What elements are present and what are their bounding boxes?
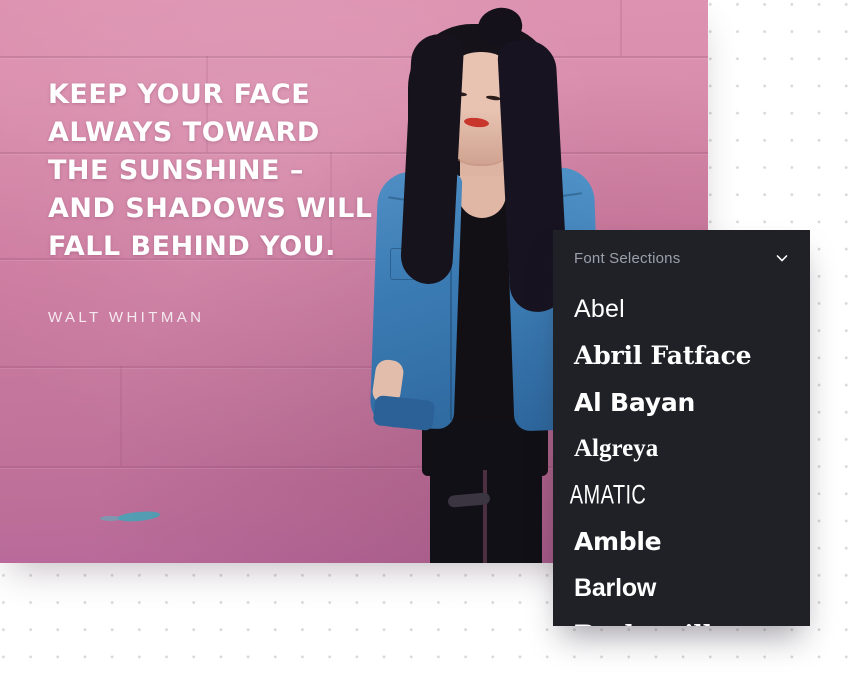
font-selections-panel[interactable]: Font Selections Abel Abril Fatface Al Ba… (553, 230, 810, 626)
font-list-item-baskerville[interactable]: Baskerville (553, 612, 810, 626)
quote-author: Walt Whitman (48, 309, 205, 326)
font-selections-header[interactable]: Font Selections (553, 230, 810, 268)
font-list-item-abel[interactable]: Abel (553, 286, 810, 333)
quote-block: Keep your face always toward the sunshin… (48, 76, 378, 326)
font-selections-title: Font Selections (574, 249, 681, 267)
chevron-down-icon[interactable] (775, 251, 789, 265)
leg-gap (483, 470, 487, 563)
font-list[interactable]: Abel Abril Fatface Al Bayan Algreya Amat… (553, 268, 810, 626)
quote-text: Keep your face always toward the sunshin… (48, 79, 373, 262)
font-list-item-al-bayan[interactable]: Al Bayan (553, 379, 810, 426)
font-list-item-barlow[interactable]: Barlow (553, 565, 810, 612)
font-list-item-abril-fatface[interactable]: Abril Fatface (553, 333, 810, 380)
font-list-item-amatic[interactable]: Amatic (553, 470, 759, 520)
font-list-item-amble[interactable]: Amble (553, 519, 810, 566)
jacket-cuff (372, 394, 436, 432)
font-list-item-algreya[interactable]: Algreya (553, 426, 810, 473)
